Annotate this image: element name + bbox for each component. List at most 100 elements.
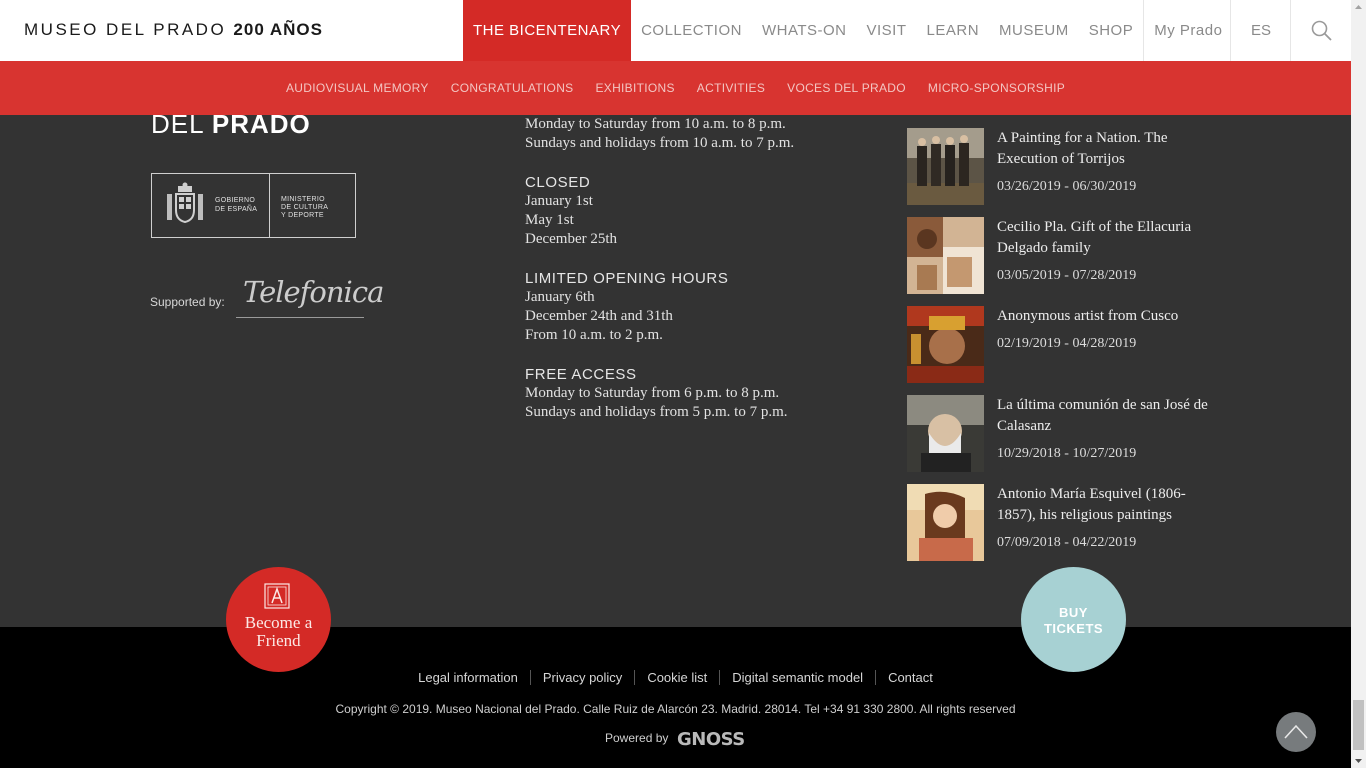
exhibition-title[interactable]: Antonio María Esquivel (1806-1857), his …: [997, 484, 1212, 526]
museum-logo[interactable]: DEL PRADO: [151, 115, 311, 140]
exhibition-title[interactable]: Cecilio Pla. Gift of the Ellacuria Delga…: [997, 217, 1212, 259]
exhibition-dates: 03/26/2019 - 06/30/2019: [997, 179, 1137, 194]
sponsor-logo[interactable]: Telefonica: [243, 275, 384, 309]
footer-info: DEL PRADO GOBIERNO DE ESPAÑA MINISTERIO …: [0, 115, 1351, 627]
page-scrollbar[interactable]: [1351, 0, 1366, 768]
tickets-line-2: TICKETS: [1043, 621, 1104, 636]
coat-of-arms-icon: [167, 182, 203, 224]
footer-link-cookies[interactable]: Cookie list: [634, 670, 719, 685]
free-access-line: Sundays and holidays from 5 p.m. to 7 p.…: [525, 404, 788, 420]
gnoss-logo[interactable]: GNOSS: [677, 730, 745, 750]
exhibition-dates: 03/05/2019 - 07/28/2019: [997, 268, 1137, 283]
ministry-line-1: MINISTERIO: [281, 196, 325, 203]
nav-shop[interactable]: SHOP: [1079, 0, 1144, 61]
ministry-text: MINISTERIO DE CULTURA Y DEPORTE: [281, 196, 328, 220]
subnav-micro-sponsorship[interactable]: MICRO-SPONSORSHIP: [928, 81, 1065, 95]
gov-line-1: GOBIERNO: [215, 197, 256, 204]
free-access-line: Monday to Saturday from 6 p.m. to 8 p.m.: [525, 385, 780, 401]
limited-day: January 6th: [525, 289, 595, 305]
tickets-text: BUY TICKETS: [1021, 605, 1126, 637]
friend-line-2: Friend: [256, 631, 301, 650]
painting-torrijos-thumbnail[interactable]: [907, 128, 984, 205]
chevron-up-icon: [1284, 724, 1308, 739]
scroll-down-arrow-icon[interactable]: [1351, 753, 1366, 768]
language-switch[interactable]: ES: [1230, 0, 1291, 61]
painting-torrijos-image: [907, 128, 984, 205]
sub-nav: AUDIOVISUAL MEMORY CONGRATULATIONS EXHIB…: [0, 61, 1351, 115]
scroll-up-arrow-icon[interactable]: [1351, 0, 1366, 15]
friends-emblem-icon: [264, 583, 290, 609]
limited-day: From 10 a.m. to 2 p.m.: [525, 327, 663, 343]
main-nav: THE BICENTENARY COLLECTION WHATS-ON VISI…: [463, 0, 1232, 61]
nav-collection[interactable]: COLLECTION: [631, 0, 752, 61]
painting-calasanz-image: [907, 395, 984, 472]
free-access-heading: FREE ACCESS: [525, 366, 637, 383]
ministry-line-3: Y DEPORTE: [281, 212, 324, 219]
painting-esquivel-image: [907, 484, 984, 561]
exhibition-text: Anonymous artist from Cusco 02/19/2019 -…: [997, 306, 1212, 354]
become-friend-button[interactable]: Become a Friend: [226, 567, 331, 672]
nav-museum[interactable]: MUSEUM: [989, 0, 1079, 61]
logo-del: DEL: [151, 115, 204, 139]
gov-divider: [269, 174, 270, 237]
buy-tickets-button[interactable]: BUY TICKETS: [1021, 567, 1126, 672]
closed-heading: CLOSED: [525, 174, 591, 191]
exhibition-text: Cecilio Pla. Gift of the Ellacuria Delga…: [997, 217, 1212, 286]
search-icon: [1311, 20, 1332, 41]
limited-hours-heading: LIMITED OPENING HOURS: [525, 270, 729, 287]
footer-link-semantic-model[interactable]: Digital semantic model: [719, 670, 875, 685]
hours-line: Monday to Saturday from 10 a.m. to 8 p.m…: [525, 116, 786, 132]
exhibitions-list: A Painting for a Nation. The Execution o…: [907, 128, 1208, 573]
footer-bottom: Legal information Privacy policy Cookie …: [0, 627, 1351, 768]
painting-cecilio-pla-thumbnail[interactable]: [907, 217, 984, 294]
nav-learn[interactable]: LEARN: [917, 0, 990, 61]
nav-whats-on[interactable]: WHATS-ON: [752, 0, 857, 61]
exhibition-item[interactable]: Antonio María Esquivel (1806-1857), his …: [907, 484, 1207, 573]
site-logo[interactable]: MUSEO DEL PRADO 200 AÑOS: [24, 20, 323, 40]
subnav-exhibitions[interactable]: EXHIBITIONS: [595, 81, 674, 95]
exhibition-title[interactable]: La última comunión de san José de Calasa…: [997, 395, 1212, 437]
sponsor-underline: [236, 317, 364, 318]
logo-text: MUSEO DEL PRADO: [24, 20, 227, 39]
painting-calasanz-thumbnail[interactable]: [907, 395, 984, 472]
subnav-audiovisual-memory[interactable]: AUDIOVISUAL MEMORY: [286, 81, 429, 95]
exhibition-text: A Painting for a Nation. The Execution o…: [997, 128, 1212, 197]
exhibition-text: La última comunión de san José de Calasa…: [997, 395, 1212, 464]
ministry-line-2: DE CULTURA: [281, 204, 329, 211]
footer-links: Legal information Privacy policy Cookie …: [0, 670, 1351, 685]
exhibition-text: Antonio María Esquivel (1806-1857), his …: [997, 484, 1212, 553]
search-button[interactable]: [1290, 0, 1352, 61]
friend-line-1: Become a: [244, 613, 313, 632]
closed-day: January 1st: [525, 193, 593, 209]
painting-cusco-image: [907, 306, 984, 383]
scrollbar-thumb[interactable]: [1353, 700, 1364, 750]
footer-link-privacy[interactable]: Privacy policy: [529, 670, 634, 685]
nav-visit[interactable]: VISIT: [857, 0, 917, 61]
gov-text: GOBIERNO DE ESPAÑA: [215, 196, 257, 214]
back-to-top-button[interactable]: [1276, 712, 1316, 752]
exhibition-item[interactable]: A Painting for a Nation. The Execution o…: [907, 128, 1207, 217]
gov-line-2: DE ESPAÑA: [215, 206, 258, 213]
exhibition-dates: 07/09/2018 - 04/22/2019: [997, 535, 1137, 550]
nav-the-bicentenary[interactable]: THE BICENTENARY: [463, 0, 632, 61]
painting-esquivel-thumbnail[interactable]: [907, 484, 984, 561]
hours-line: Sundays and holidays from 10 a.m. to 7 p…: [525, 135, 795, 151]
painting-cecilio-pla-image: [907, 217, 984, 294]
subnav-activities[interactable]: ACTIVITIES: [697, 81, 765, 95]
painting-cusco-thumbnail[interactable]: [907, 306, 984, 383]
exhibition-dates: 10/29/2018 - 10/27/2019: [997, 446, 1137, 461]
subnav-voces-del-prado[interactable]: VOCES DEL PRADO: [787, 81, 906, 95]
government-logo[interactable]: GOBIERNO DE ESPAÑA MINISTERIO DE CULTURA…: [151, 173, 356, 238]
become-friend-text: Become a Friend: [226, 614, 331, 650]
subnav-congratulations[interactable]: CONGRATULATIONS: [451, 81, 574, 95]
exhibition-item[interactable]: La última comunión de san José de Calasa…: [907, 395, 1208, 484]
exhibition-item[interactable]: Cecilio Pla. Gift of the Ellacuria Delga…: [907, 217, 1207, 306]
footer-link-legal[interactable]: Legal information: [406, 670, 530, 685]
top-header: MUSEO DEL PRADO 200 AÑOS THE BICENTENARY…: [0, 0, 1351, 61]
exhibition-title[interactable]: A Painting for a Nation. The Execution o…: [997, 128, 1212, 170]
powered-by-label: Powered by: [605, 731, 669, 745]
footer-link-contact[interactable]: Contact: [875, 670, 945, 685]
nav-my-prado[interactable]: My Prado: [1143, 0, 1232, 61]
exhibition-title[interactable]: Anonymous artist from Cusco: [997, 306, 1212, 327]
exhibition-item[interactable]: Anonymous artist from Cusco 02/19/2019 -…: [907, 306, 1207, 395]
